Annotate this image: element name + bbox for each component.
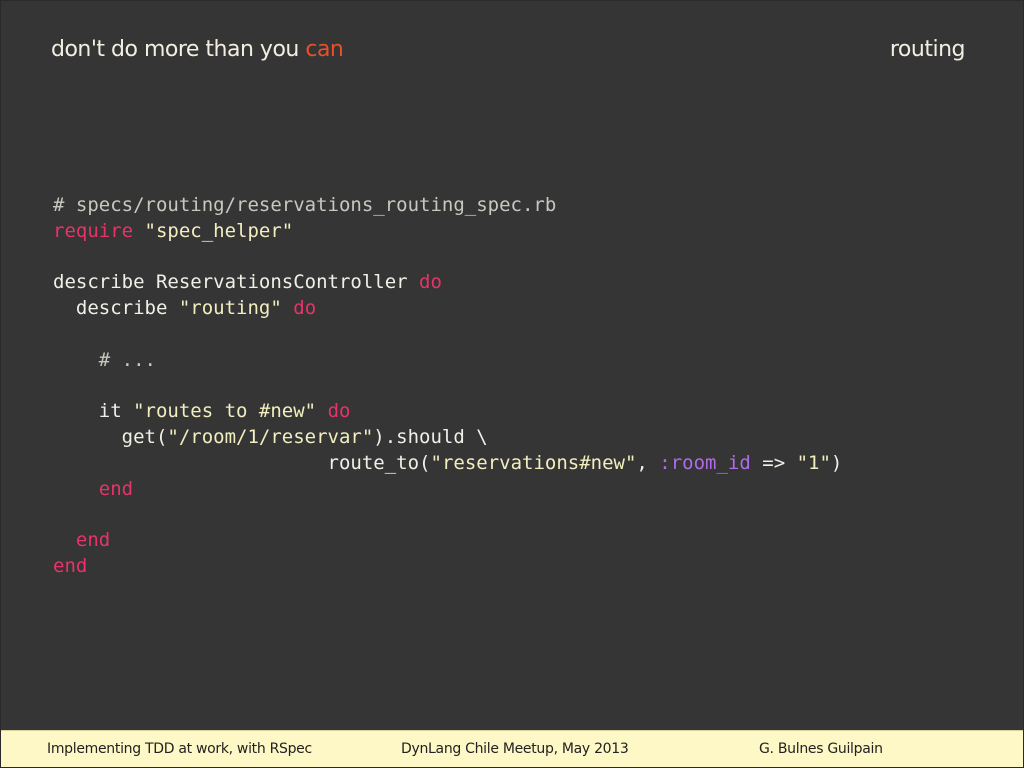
code-token-string: "routes to #new" — [133, 400, 317, 423]
code-token-string: "routing" — [178, 297, 282, 320]
code-token-string: "spec_helper" — [144, 219, 294, 242]
code-line: route_to("reservations#new", :room_id =>… — [53, 451, 843, 477]
code-line: require "spec_helper" — [53, 219, 842, 245]
code-token-plain: it — [53, 400, 134, 423]
code-token-keyword: require — [53, 219, 134, 242]
code-line: # ... — [53, 348, 842, 374]
slide-title-text: don't do more than you — [51, 37, 306, 62]
code-token-string: "reservations#new" — [430, 451, 637, 474]
code-line: end — [53, 528, 842, 554]
code-token-keyword: do — [419, 271, 442, 294]
code-token-plain: ).should \ — [373, 426, 488, 449]
code-token-plain: ) — [830, 451, 843, 474]
code-token-plain: describe ReservationsController — [53, 271, 420, 294]
code-line: describe ReservationsController do — [53, 270, 842, 296]
code-token-keyword: end — [53, 529, 111, 552]
code-line: it "routes to #new" do — [53, 399, 842, 425]
footer-event: DynLang Chile Meetup, May 2013 — [401, 741, 629, 757]
section-label: routing — [889, 37, 966, 62]
code-line: # specs/routing/reservations_routing_spe… — [53, 193, 842, 219]
slide-title: don't do more than you can — [51, 37, 344, 62]
slide-title-accent: can — [305, 37, 344, 62]
code-line: end — [53, 554, 842, 580]
code-token-plain: get( — [53, 426, 168, 449]
code-token-keyword: do — [293, 297, 317, 320]
code-token-plain: => — [750, 451, 797, 474]
code-token-keyword: end — [53, 477, 134, 500]
code-token-comment: # specs/routing/reservations_routing_spe… — [53, 194, 557, 216]
code-line: describe "routing" do — [53, 296, 842, 322]
footer-bar: Implementing TDD at work, with RSpec Dyn… — [1, 730, 1023, 767]
footer-talk-title: Implementing TDD at work, with RSpec — [47, 741, 312, 757]
code-token-string: "1" — [796, 451, 831, 474]
code-token-plain: , — [636, 451, 660, 474]
code-token-comment: # ... — [53, 348, 156, 371]
code-token-symbol: :room_id — [659, 451, 751, 474]
code-token-string: "/room/1/reservar" — [167, 426, 374, 449]
code-token-plain: describe — [53, 297, 179, 320]
code-line: get("/room/1/reservar").should \ — [53, 425, 842, 451]
footer-author: G. Bulnes Guilpain — [759, 741, 883, 757]
code-token-plain: route_to( — [53, 451, 431, 474]
code-token-keyword: do — [327, 400, 351, 423]
slide: don't do more than you can routing # spe… — [0, 0, 1024, 768]
code-line: end — [53, 477, 842, 503]
code-block: # specs/routing/reservations_routing_spe… — [53, 193, 842, 580]
code-token-keyword: end — [53, 555, 88, 578]
